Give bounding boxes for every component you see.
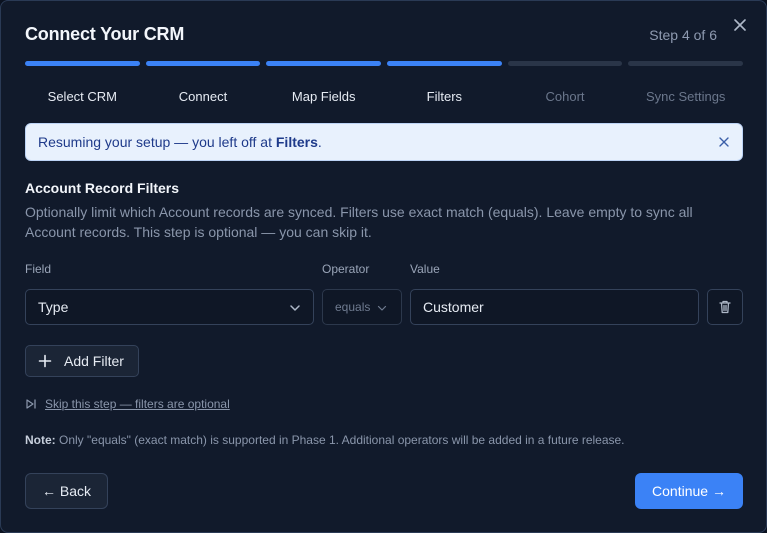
- step-connect[interactable]: Connect: [146, 89, 261, 104]
- note-prefix: Note:: [25, 433, 56, 447]
- section-title: Account Record Filters: [25, 180, 180, 196]
- close-dialog-button[interactable]: [731, 16, 749, 34]
- step-sync-settings: Sync Settings: [645, 89, 726, 104]
- progress-segment-3: [266, 61, 382, 66]
- delete-filter-button[interactable]: [707, 289, 743, 325]
- step-labels: Select CRM Connect Map Fields Filters Co…: [25, 89, 743, 104]
- value-column-label: Value: [410, 262, 440, 276]
- skip-step-label: Skip this step — filters are optional: [45, 397, 230, 411]
- add-filter-label: Add Filter: [64, 353, 124, 369]
- field-select[interactable]: Type: [25, 289, 314, 325]
- progress-segment-1: [25, 61, 140, 66]
- field-select-value: Type: [38, 299, 69, 315]
- back-button[interactable]: ← Back: [25, 473, 108, 509]
- operator-column-label: Operator: [322, 262, 370, 276]
- continue-button[interactable]: Continue →: [635, 473, 743, 509]
- field-column-label: Field: [25, 262, 52, 276]
- progress-segment-6: [628, 61, 744, 66]
- chevron-down-icon: [290, 305, 300, 311]
- resume-banner: Resuming your setup — you left off at Fi…: [25, 123, 743, 161]
- dialog-title: Connect Your CRM: [25, 24, 185, 44]
- close-icon: [734, 19, 746, 31]
- step-select-crm[interactable]: Select CRM: [25, 89, 140, 104]
- operator-select: equals: [322, 289, 402, 325]
- chevron-down-icon: [377, 305, 387, 311]
- step-map-fields[interactable]: Map Fields: [266, 89, 381, 104]
- skip-forward-icon: [26, 399, 36, 409]
- step-cohort: Cohort: [545, 89, 585, 104]
- progress-bar: [25, 61, 744, 66]
- operator-select-value: equals: [335, 300, 371, 314]
- progress-segment-2: [145, 61, 261, 66]
- section-description: Optionally limit which Account records a…: [25, 204, 693, 240]
- value-input[interactable]: [410, 289, 699, 325]
- phase-note: Note: Only "equals" (exact match) is sup…: [25, 433, 625, 447]
- trash-icon: [719, 300, 731, 314]
- skip-step-link[interactable]: Skip this step — filters are optional: [25, 397, 230, 411]
- add-filter-button[interactable]: Add Filter: [25, 345, 139, 377]
- banner-step: Filters: [275, 134, 318, 150]
- plus-icon: [38, 354, 52, 368]
- progress-segment-5: [507, 61, 623, 66]
- step-counter: Step 4 of 6: [649, 27, 717, 43]
- banner-text: Resuming your setup — you left off at Fi…: [38, 134, 322, 150]
- step-filters[interactable]: Filters: [387, 89, 502, 104]
- progress-segment-4: [387, 61, 502, 66]
- close-icon: [719, 137, 729, 147]
- note-text: Only "equals" (exact match) is supported…: [55, 433, 625, 447]
- connect-crm-dialog: Connect Your CRM Step 4 of 6 Select CRM …: [0, 0, 767, 533]
- dismiss-banner-button[interactable]: [716, 134, 732, 150]
